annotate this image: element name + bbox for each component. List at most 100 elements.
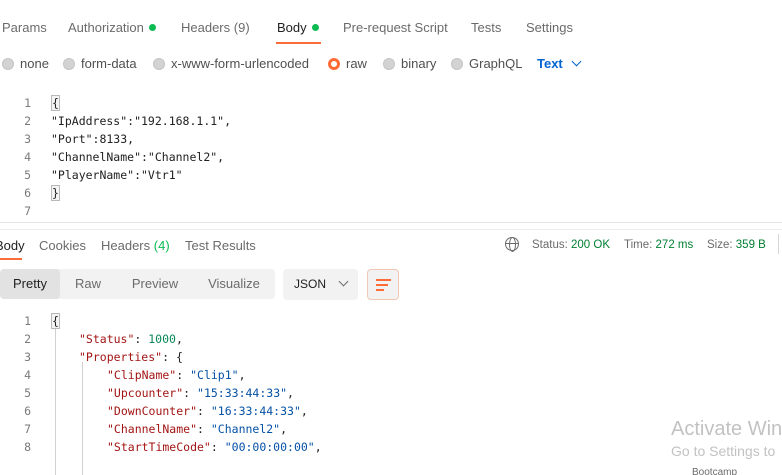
size-value: 359 B: [735, 239, 766, 251]
line-number: 4: [24, 150, 31, 164]
tab-authorization[interactable]: Authorization: [68, 20, 156, 35]
tab-body-label: Body: [277, 20, 307, 35]
json-key: "Status": [79, 332, 135, 346]
line-number: 3: [24, 350, 31, 364]
response-active-underline: [0, 258, 22, 260]
tab-headers-count: (9): [233, 20, 250, 35]
line-number: 2: [24, 332, 31, 346]
response-format-label: JSON: [294, 277, 327, 291]
response-tab-headers-label: Headers: [101, 238, 151, 253]
radio-raw-circle: [328, 58, 340, 70]
time-value: 272 ms: [655, 239, 694, 251]
editor-divider: [0, 222, 782, 223]
radio-x-www-form-urlencoded[interactable]: x-www-form-urlencoded: [153, 56, 309, 71]
line-number: 7: [24, 422, 31, 436]
radio-raw[interactable]: raw: [328, 56, 367, 71]
response-size: Size: 359 B: [707, 239, 766, 251]
authorization-active-dot: [148, 24, 156, 31]
body-language-dropdown[interactable]: Text: [537, 56, 582, 71]
wrap-icon-line: [376, 284, 388, 286]
resize-handle[interactable]: [0, 229, 782, 230]
json-string: "Clip1": [190, 368, 239, 382]
status-value: 200 OK: [571, 239, 611, 251]
json-key: "ClipName": [107, 368, 177, 382]
line-number: 1: [24, 96, 31, 110]
view-mode-pretty[interactable]: Pretty: [0, 269, 60, 299]
open-brace: {: [51, 95, 60, 111]
response-format-dropdown[interactable]: JSON: [283, 269, 358, 300]
activation-watermark-title: Activate Win: [671, 418, 782, 440]
chevron-down-icon: [338, 276, 349, 287]
tab-headers[interactable]: Headers (9): [181, 20, 250, 35]
tab-body[interactable]: Body: [277, 20, 319, 35]
radio-graphql[interactable]: GraphQL: [451, 56, 522, 71]
tab-authorization-label: Authorization: [68, 20, 144, 35]
wrap-lines-button[interactable]: [367, 269, 399, 300]
radio-none[interactable]: none: [2, 56, 49, 71]
time-label: Time:: [624, 239, 653, 251]
indent-guide: [55, 326, 56, 475]
toolbar-separator: [778, 234, 779, 254]
radio-urlencoded-circle: [153, 58, 165, 70]
code-text: "IpAddress":"192.168.1.1",: [51, 114, 232, 128]
request-tabs: Params Authorization Headers (9) Body Pr…: [0, 0, 782, 46]
code-text: "PlayerName":"Vtr1": [51, 168, 183, 182]
body-active-dot: [311, 24, 319, 31]
radio-binary-circle: [383, 58, 395, 70]
line-number: 2: [24, 114, 31, 128]
status-bar-bootcamp[interactable]: Bootcamp: [692, 467, 737, 475]
radio-urlencoded-label: x-www-form-urlencoded: [171, 56, 309, 71]
line-number: 7: [24, 204, 31, 218]
wrap-icon-line: [376, 279, 391, 281]
tab-tests[interactable]: Tests: [471, 20, 501, 35]
body-language-label: Text: [537, 56, 563, 71]
radio-form-data[interactable]: form-data: [63, 56, 137, 71]
tab-settings[interactable]: Settings: [526, 20, 573, 35]
view-mode-raw[interactable]: Raw: [62, 269, 114, 299]
line-number: 6: [24, 404, 31, 418]
line-number: 8: [24, 440, 31, 454]
radio-binary[interactable]: binary: [383, 56, 436, 71]
json-number: 1000: [148, 332, 176, 346]
json-string: "16:33:44:33": [210, 404, 301, 418]
globe-icon[interactable]: [505, 237, 519, 252]
activation-watermark-subtitle: Go to Settings to: [671, 443, 776, 459]
close-brace: }: [51, 185, 60, 201]
line-number: 5: [24, 168, 31, 182]
json-key: "ChannelName": [107, 422, 198, 436]
response-time: Time: 272 ms: [624, 239, 693, 251]
json-string: "Channel2": [210, 422, 281, 436]
json-key: "Properties": [79, 350, 163, 364]
tab-headers-label: Headers: [181, 20, 231, 35]
line-number: 1: [24, 314, 31, 328]
code-text: "Port":8133,: [51, 132, 135, 146]
body-type-selector: none form-data x-www-form-urlencoded raw…: [0, 52, 782, 76]
view-mode-visualize[interactable]: Visualize: [196, 269, 272, 299]
tab-pre-request-script[interactable]: Pre-request Script: [343, 20, 448, 35]
open-brace: {: [51, 313, 60, 329]
status-label: Status:: [532, 239, 568, 251]
line-number: 5: [24, 386, 31, 400]
response-body-viewer[interactable]: 1{ 2 "Status": 1000, 3 "Properties": { 4 "C…: [0, 310, 782, 475]
line-number: 3: [24, 132, 31, 146]
json-string: "15:33:44:33": [197, 386, 288, 400]
response-tab-body[interactable]: Body: [0, 238, 25, 253]
json-key: "DownCounter": [107, 404, 198, 418]
response-tab-headers[interactable]: Headers (4): [101, 238, 170, 253]
wrap-icon-line: [376, 289, 384, 291]
response-tab-cookies[interactable]: Cookies: [39, 238, 86, 253]
radio-none-circle: [2, 58, 14, 70]
view-mode-preview[interactable]: Preview: [120, 269, 190, 299]
radio-form-data-label: form-data: [81, 56, 137, 71]
response-status: Status: 200 OK: [532, 239, 610, 251]
request-body-editor[interactable]: 1 { 2 "IpAddress":"192.168.1.1", 3 "Port":8…: [0, 92, 782, 220]
tab-params[interactable]: Params: [2, 20, 47, 35]
line-number: 6: [24, 186, 31, 200]
json-string: "00:00:00:00": [224, 440, 315, 454]
radio-graphql-label: GraphQL: [469, 56, 523, 71]
radio-none-label: none: [20, 56, 49, 71]
open-brace: {: [175, 350, 183, 364]
json-key: "Upcounter": [107, 386, 184, 400]
code-text: "ChannelName":"Channel2",: [51, 150, 225, 164]
response-tab-test-results[interactable]: Test Results: [185, 238, 256, 253]
